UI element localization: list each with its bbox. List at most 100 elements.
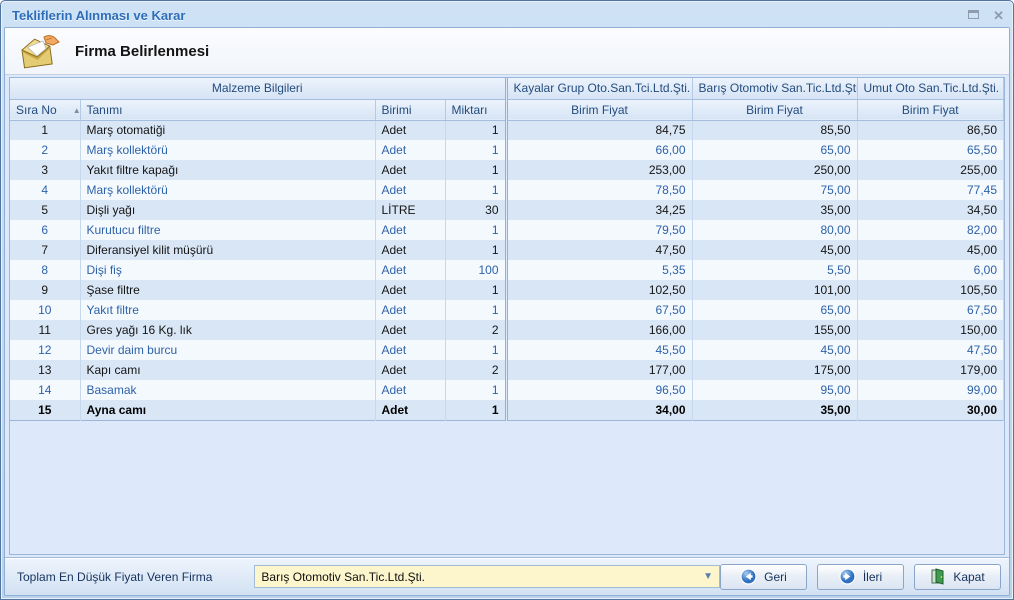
table-row[interactable]: 12Devir daim burcuAdet145,5045,0047,50: [10, 340, 1004, 360]
cell-birim-fiyat-1: 102,50: [506, 280, 692, 300]
nav-buttons: Geri İleri Kapat: [720, 564, 1001, 590]
close-icon[interactable]: ✕: [993, 9, 1004, 22]
cell-birimi: Adet: [375, 400, 445, 420]
cell-miktari: 1: [445, 140, 506, 160]
next-button[interactable]: İleri: [817, 564, 904, 590]
cell-birimi: Adet: [375, 240, 445, 260]
title-bar: Tekliflerin Alınması ve Karar ✕: [4, 3, 1010, 27]
cell-tanimi: Dişi fiş: [80, 260, 375, 280]
cell-birim-fiyat-3: 105,50: [857, 280, 1003, 300]
cell-birimi: Adet: [375, 340, 445, 360]
table-row[interactable]: 5Dişli yağıLİTRE3034,2535,0034,50: [10, 200, 1004, 220]
cell-birim-fiyat-3: 86,50: [857, 120, 1003, 140]
cell-tanimi: Şase filtre: [80, 280, 375, 300]
cell-birim-fiyat-2: 5,50: [692, 260, 857, 280]
table-row[interactable]: 10Yakıt filtreAdet167,5065,0067,50: [10, 300, 1004, 320]
cell-birimi: Adet: [375, 180, 445, 200]
cell-birim-fiyat-3: 179,00: [857, 360, 1003, 380]
cell-birimi: Adet: [375, 220, 445, 240]
group-header-malzeme-bilgileri[interactable]: Malzeme Bilgileri: [10, 78, 506, 99]
column-header-sira-no[interactable]: Sıra No▲: [10, 99, 80, 120]
cell-birimi: Adet: [375, 280, 445, 300]
cell-birim-fiyat-3: 150,00: [857, 320, 1003, 340]
table-row[interactable]: 6Kurutucu filtreAdet179,5080,0082,00: [10, 220, 1004, 240]
cell-tanimi: Yakıt filtre: [80, 300, 375, 320]
cell-miktari: 1: [445, 120, 506, 140]
cell-birim-fiyat-3: 255,00: [857, 160, 1003, 180]
table-row[interactable]: 4Marş kollektörüAdet178,5075,0077,45: [10, 180, 1004, 200]
cell-tanimi: Dişli yağı: [80, 200, 375, 220]
column-header-company-umut[interactable]: Umut Oto San.Tic.Ltd.Şti.: [857, 78, 1003, 99]
door-icon: [930, 568, 946, 585]
cell-tanimi: Yakıt filtre kapağı: [80, 160, 375, 180]
column-header-company-baris[interactable]: Barış Otomotiv San.Tic.Ltd.Şti.: [692, 78, 857, 99]
table-row[interactable]: 3Yakıt filtre kapağıAdet1253,00250,00255…: [10, 160, 1004, 180]
cell-sira-no: 10: [10, 300, 80, 320]
cell-miktari: 1: [445, 220, 506, 240]
dialog-content: Firma Belirlenmesi Malzeme Bilgileri Kay…: [4, 27, 1010, 596]
restore-icon[interactable]: [968, 9, 979, 21]
cell-tanimi: Kurutucu filtre: [80, 220, 375, 240]
cell-birim-fiyat-1: 78,50: [506, 180, 692, 200]
cell-birim-fiyat-1: 96,50: [506, 380, 692, 400]
table-row[interactable]: 14BasamakAdet196,5095,0099,00: [10, 380, 1004, 400]
firm-combobox[interactable]: Barış Otomotiv San.Tic.Ltd.Şti. ▼: [254, 565, 720, 588]
table-row[interactable]: 2Marş kollektörüAdet166,0065,0065,50: [10, 140, 1004, 160]
column-header-birim-fiyat-3[interactable]: Birim Fiyat: [857, 99, 1003, 120]
cell-birim-fiyat-2: 175,00: [692, 360, 857, 380]
arrow-right-icon: [839, 568, 856, 585]
table-row[interactable]: 8Dişi fişAdet1005,355,506,00: [10, 260, 1004, 280]
window-controls: ✕: [968, 9, 1004, 22]
cell-sira-no: 13: [10, 360, 80, 380]
cell-birim-fiyat-3: 99,00: [857, 380, 1003, 400]
table-row[interactable]: 13Kapı camıAdet2177,00175,00179,00: [10, 360, 1004, 380]
cell-tanimi: Kapı camı: [80, 360, 375, 380]
table-row[interactable]: 1Marş otomatiğiAdet184,7585,5086,50: [10, 120, 1004, 140]
column-header-tanimi[interactable]: Tanımı: [80, 99, 375, 120]
cell-tanimi: Marş kollektörü: [80, 180, 375, 200]
cell-birim-fiyat-2: 101,00: [692, 280, 857, 300]
cell-sira-no: 8: [10, 260, 80, 280]
table-row[interactable]: 15Ayna camıAdet134,0035,0030,00: [10, 400, 1004, 420]
table-row[interactable]: 9Şase filtreAdet1102,50101,00105,50: [10, 280, 1004, 300]
cell-birim-fiyat-2: 95,00: [692, 380, 857, 400]
cell-miktari: 1: [445, 160, 506, 180]
cell-birimi: Adet: [375, 260, 445, 280]
cell-sira-no: 14: [10, 380, 80, 400]
column-header-row: Sıra No▲ Tanımı Birimi Miktarı Birim Fiy…: [10, 99, 1004, 120]
cell-sira-no: 2: [10, 140, 80, 160]
cell-birim-fiyat-3: 77,45: [857, 180, 1003, 200]
cell-birim-fiyat-1: 177,00: [506, 360, 692, 380]
cell-miktari: 1: [445, 180, 506, 200]
column-header-miktari[interactable]: Miktarı: [445, 99, 506, 120]
cell-birimi: Adet: [375, 120, 445, 140]
back-button-label: Geri: [764, 570, 787, 584]
back-button[interactable]: Geri: [720, 564, 807, 590]
column-header-birim-fiyat-1[interactable]: Birim Fiyat: [506, 99, 692, 120]
page-header: Firma Belirlenmesi: [5, 28, 1009, 75]
cell-birim-fiyat-3: 34,50: [857, 200, 1003, 220]
cell-tanimi: Marş kollektörü: [80, 140, 375, 160]
firm-combobox-value: Barış Otomotiv San.Tic.Ltd.Şti.: [261, 570, 425, 584]
cell-sira-no: 4: [10, 180, 80, 200]
sort-asc-icon: ▲: [73, 106, 80, 115]
arrow-left-icon: [740, 568, 757, 585]
table-row[interactable]: 7Diferansiyel kilit müşürüAdet147,5045,0…: [10, 240, 1004, 260]
cell-birim-fiyat-2: 85,50: [692, 120, 857, 140]
cell-birim-fiyat-2: 75,00: [692, 180, 857, 200]
cell-birim-fiyat-3: 65,50: [857, 140, 1003, 160]
cell-birim-fiyat-1: 34,25: [506, 200, 692, 220]
close-button[interactable]: Kapat: [914, 564, 1001, 590]
table-row[interactable]: 11Gres yağı 16 Kg. lıkAdet2166,00155,001…: [10, 320, 1004, 340]
window-title: Tekliflerin Alınması ve Karar: [12, 8, 185, 23]
cell-birim-fiyat-3: 47,50: [857, 340, 1003, 360]
cell-birim-fiyat-1: 67,50: [506, 300, 692, 320]
cell-birimi: LİTRE: [375, 200, 445, 220]
column-header-birimi[interactable]: Birimi: [375, 99, 445, 120]
cell-birimi: Adet: [375, 140, 445, 160]
column-header-company-kayalar[interactable]: Kayalar Grup Oto.San.Tci.Ltd.Şti.: [506, 78, 692, 99]
cell-birim-fiyat-1: 84,75: [506, 120, 692, 140]
cell-birim-fiyat-2: 250,00: [692, 160, 857, 180]
cell-tanimi: Devir daim burcu: [80, 340, 375, 360]
column-header-birim-fiyat-2[interactable]: Birim Fiyat: [692, 99, 857, 120]
